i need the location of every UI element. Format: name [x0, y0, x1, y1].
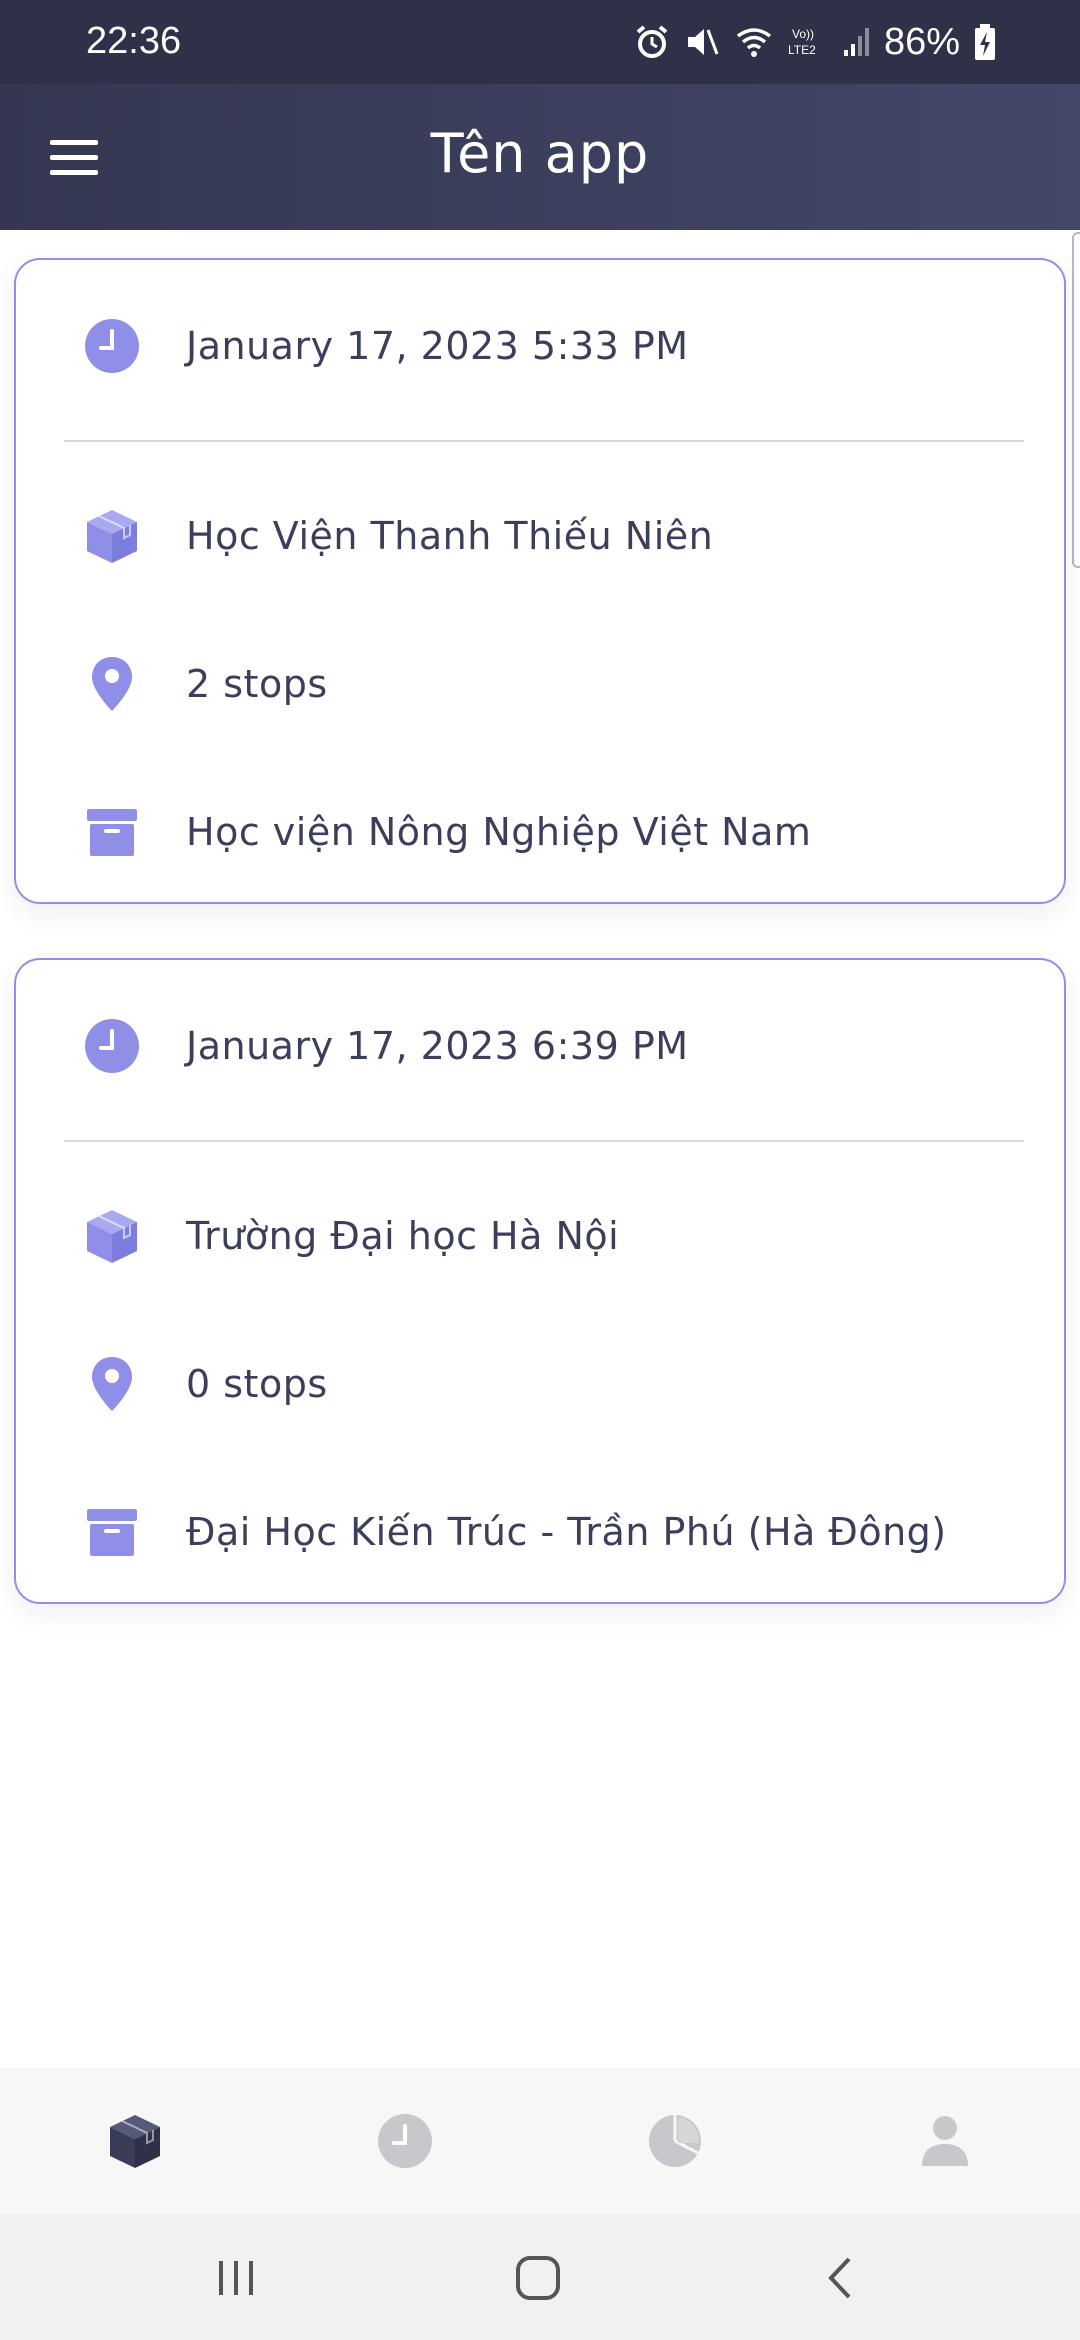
- app-title: Tên app: [430, 122, 650, 185]
- package-icon: [82, 506, 142, 566]
- system-nav-bar: [0, 2214, 1080, 2340]
- trip-datetime: January 17, 2023 6:39 PM: [186, 1024, 689, 1068]
- trip-stops-row: 0 stops: [16, 1344, 1064, 1424]
- clock-icon: [82, 316, 142, 376]
- back-icon: [828, 2257, 851, 2299]
- nav-item-statistics[interactable]: [540, 2068, 810, 2214]
- status-bar: 22:36 Vo)) LTE2 86%: [0, 0, 1080, 84]
- trip-dropoff-row: Đại Học Kiến Trúc - Trần Phú (Hà Đông): [16, 1492, 1064, 1572]
- package-icon: [82, 1206, 142, 1266]
- trip-datetime: January 17, 2023 5:33 PM: [186, 324, 689, 368]
- location-pin-icon: [82, 1354, 142, 1414]
- archive-icon: [82, 802, 142, 862]
- battery-level: 86%: [883, 20, 960, 63]
- home-button[interactable]: [508, 2250, 568, 2306]
- alarm-icon: [636, 25, 668, 58]
- archive-icon: [82, 1502, 142, 1562]
- trip-card[interactable]: January 17, 2023 6:39 PM Trường Đại học …: [14, 958, 1066, 1604]
- trip-pickup-row: Trường Đại học Hà Nội: [16, 1196, 1064, 1276]
- wifi-icon: [736, 28, 771, 57]
- svg-text:LTE2: LTE2: [788, 43, 816, 57]
- trip-dropoff: Học viện Nông Nghiệp Việt Nam: [186, 810, 812, 854]
- home-icon: [516, 2256, 560, 2300]
- recent-apps-icon: [219, 2261, 253, 2295]
- pie-chart-icon: [649, 2115, 701, 2167]
- trip-datetime-row: January 17, 2023 5:33 PM: [16, 306, 1064, 386]
- clock-icon: [378, 2114, 432, 2168]
- clock-icon: [82, 1016, 142, 1076]
- person-icon: [922, 2116, 968, 2166]
- recent-apps-button[interactable]: [206, 2250, 266, 2306]
- back-button[interactable]: [810, 2250, 870, 2306]
- trip-datetime-row: January 17, 2023 6:39 PM: [16, 1006, 1064, 1086]
- mute-icon: [687, 29, 719, 55]
- status-time: 22:36: [86, 20, 182, 62]
- divider: [64, 440, 1024, 442]
- battery-charging-icon: [975, 24, 995, 60]
- trip-stops: 2 stops: [186, 662, 328, 706]
- trip-card[interactable]: January 17, 2023 5:33 PM Học Viện Thanh …: [14, 258, 1066, 904]
- svg-text:Vo)): Vo)): [792, 27, 814, 41]
- app-bar: Tên app: [0, 84, 1080, 230]
- trip-stops: 0 stops: [186, 1362, 328, 1406]
- nav-item-profile[interactable]: [810, 2068, 1080, 2214]
- package-icon: [110, 2115, 160, 2168]
- bottom-nav: [0, 2068, 1080, 2214]
- trip-pickup: Học Viện Thanh Thiếu Niên: [186, 514, 714, 558]
- divider: [64, 1140, 1024, 1142]
- trip-pickup: Trường Đại học Hà Nội: [186, 1214, 620, 1258]
- trip-stops-row: 2 stops: [16, 644, 1064, 724]
- trip-dropoff-row: Học viện Nông Nghiệp Việt Nam: [16, 792, 1064, 872]
- nav-item-orders[interactable]: [0, 2068, 270, 2214]
- signal-icon: [843, 28, 869, 56]
- volte-icon: Vo)) LTE2: [788, 27, 816, 57]
- status-icons: Vo)) LTE2 86%: [634, 18, 996, 66]
- trip-pickup-row: Học Viện Thanh Thiếu Niên: [16, 496, 1064, 576]
- trip-dropoff: Đại Học Kiến Trúc - Trần Phú (Hà Đông): [186, 1510, 947, 1554]
- scrollbar[interactable]: [1072, 232, 1080, 568]
- nav-item-history[interactable]: [270, 2068, 540, 2214]
- location-pin-icon: [82, 654, 142, 714]
